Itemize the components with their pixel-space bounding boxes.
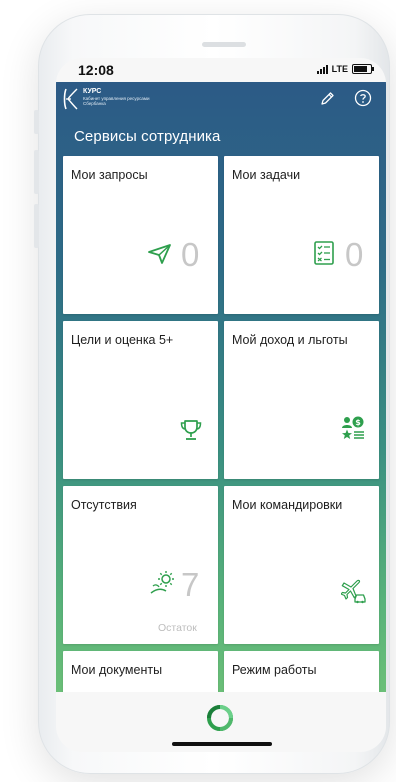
section-title: Сервисы сотрудника (74, 128, 221, 145)
main-content: КУРС Кабинет управления ресурсами Сберба… (56, 82, 386, 692)
status-time: 12:08 (78, 62, 114, 78)
tile-my-documents[interactable]: Мои документы (63, 651, 218, 692)
trophy-icon (180, 420, 202, 440)
tile-business-trips[interactable]: Мои командировки (224, 486, 379, 644)
tile-title: Мой доход и льготы (232, 333, 348, 347)
checklist-icon (314, 241, 334, 265)
network-label: LTE (331, 64, 348, 74)
tile-caption: Остаток (158, 622, 197, 634)
tile-count: 7 (181, 566, 200, 603)
status-bar: 12:08 LTE (56, 58, 386, 82)
tile-title: Цели и оценка 5+ (71, 333, 174, 347)
status-indicators: LTE (316, 64, 374, 74)
signal-icon (316, 64, 328, 74)
tile-goals-evaluation[interactable]: Цели и оценка 5+ (63, 321, 218, 479)
tile-title: Отсутствия (71, 498, 137, 512)
tile-title: Мои запросы (71, 168, 148, 182)
plane-car-icon (341, 579, 366, 604)
bottom-navigation (56, 692, 386, 752)
svg-text:$: $ (355, 418, 361, 427)
phone-side-button (34, 204, 39, 248)
tile-count: 0 (345, 236, 364, 273)
tile-my-requests[interactable]: Мои запросы 0 (63, 156, 218, 314)
edit-icon[interactable] (318, 90, 336, 108)
vacation-sun-icon (150, 571, 174, 594)
phone-speaker (202, 42, 246, 47)
phone-side-button (34, 150, 39, 194)
app-subtitle: Кабинет управления ресурсами Сбербанка (83, 96, 150, 106)
tile-count: 0 (181, 236, 200, 273)
tile-absences[interactable]: Отсутствия 7 Остаток (63, 486, 218, 644)
home-indicator[interactable] (172, 742, 272, 746)
tile-income-benefits[interactable]: Мой доход и льготы $ (224, 321, 379, 479)
app-name: КУРС (83, 88, 102, 95)
kurs-logo-icon (63, 88, 78, 110)
tile-work-schedule[interactable]: Режим работы (224, 651, 379, 692)
tile-title: Мои документы (71, 663, 163, 677)
battery-icon (352, 64, 374, 74)
tile-my-tasks[interactable]: Мои задачи 0 (224, 156, 379, 314)
tile-title: Мои задачи (232, 168, 301, 182)
help-icon[interactable] (354, 89, 372, 107)
income-benefits-icon: $ (342, 416, 364, 439)
app-header: КУРС Кабинет управления ресурсами Сберба… (56, 82, 386, 122)
send-icon (148, 244, 171, 264)
tile-title: Режим работы (232, 663, 317, 677)
sber-logo-icon[interactable] (204, 702, 236, 734)
app-screen: 12:08 LTE КУРС Кабинет управления ресурс… (56, 58, 386, 752)
tile-title: Мои командировки (232, 498, 343, 512)
phone-side-button (34, 110, 39, 134)
